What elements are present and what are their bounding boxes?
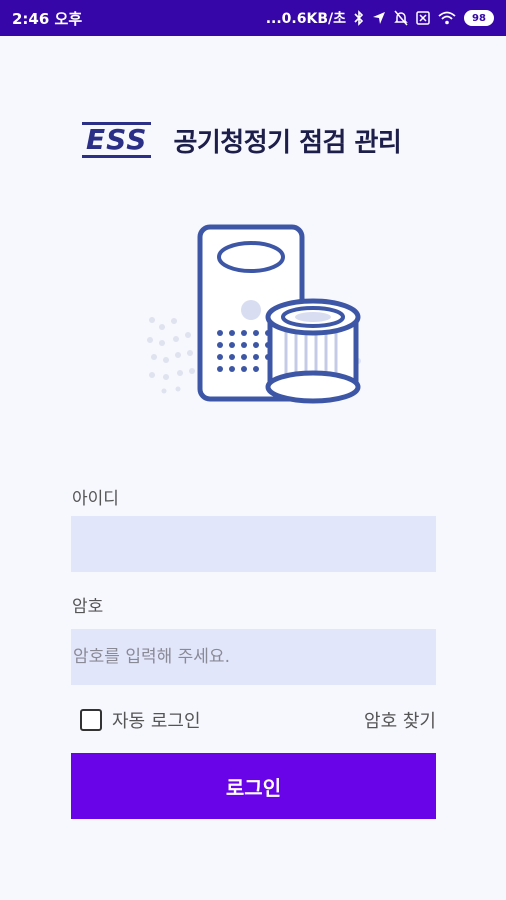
network-speed: ...0.6KB/초 — [265, 11, 346, 27]
ess-logo: ESS — [82, 122, 152, 158]
air-purifier-filter-icon — [147, 224, 361, 404]
battery-icon: 98 — [464, 10, 494, 26]
login-options: 자동 로그인 암호 찾기 — [80, 704, 436, 736]
id-input[interactable] — [71, 516, 436, 572]
password-input[interactable] — [71, 629, 436, 685]
auto-login-label: 자동 로그인 — [112, 711, 201, 732]
login-button[interactable]: 로그인 — [71, 753, 436, 819]
app-header: ESS 공기청정기 점검 관리 — [82, 118, 402, 162]
location-icon — [373, 12, 385, 24]
find-password-link[interactable]: 암호 찾기 — [364, 707, 436, 733]
bluetooth-icon — [354, 10, 364, 26]
status-bar: 2:46 오후 ...0.6KB/초 98 — [0, 0, 506, 36]
silent-icon — [394, 10, 408, 26]
id-label: 아이디 — [72, 489, 119, 509]
password-label: 암호 — [72, 597, 104, 617]
status-icons: ...0.6KB/초 98 — [266, 8, 494, 28]
auto-login-checkbox[interactable] — [80, 709, 102, 731]
app-title: 공기청정기 점검 관리 — [173, 127, 402, 158]
status-time: 2:46 오후 — [12, 9, 83, 28]
auto-login-toggle[interactable]: 자동 로그인 — [80, 707, 201, 733]
sim-icon — [416, 11, 430, 25]
wifi-icon — [438, 11, 456, 25]
